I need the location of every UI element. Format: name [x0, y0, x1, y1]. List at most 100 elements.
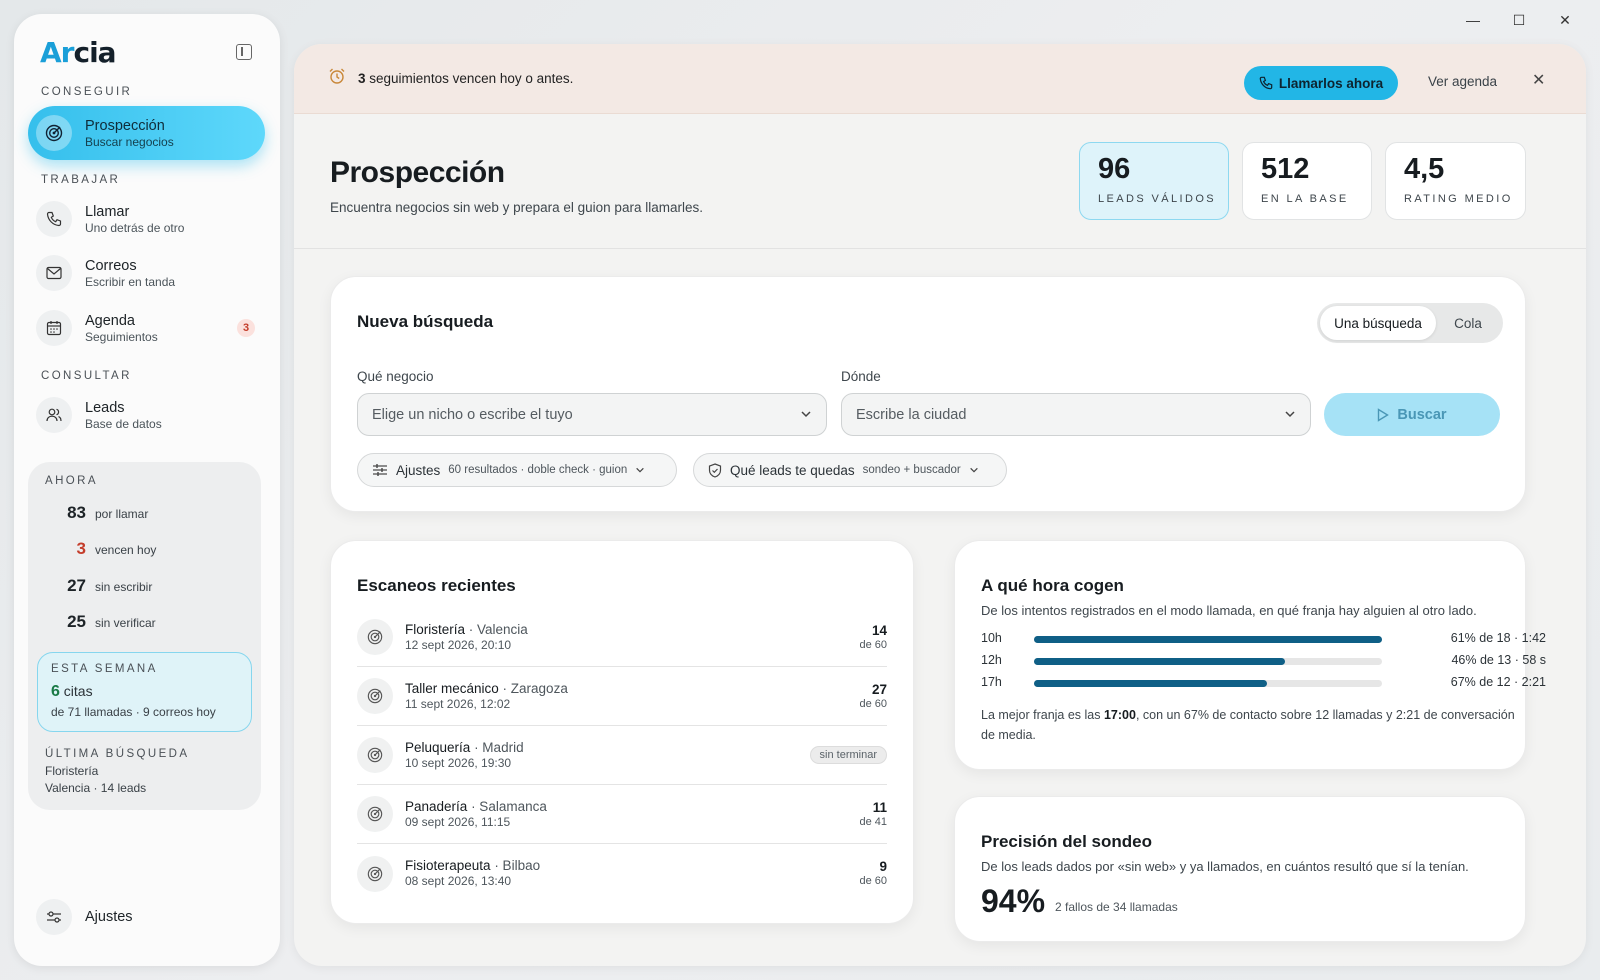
- main-panel: 3 seguimientos vencen hoy o antes. Llama…: [294, 44, 1586, 966]
- hour-stat: 61% de 18 · 1:42: [1450, 631, 1546, 645]
- hour-label: 10h: [981, 631, 1002, 645]
- page-header: Prospección Encuentra negocios sin web y…: [330, 156, 703, 215]
- nav-sublabel: Seguimientos: [85, 329, 158, 344]
- users-icon: [36, 397, 72, 433]
- settings-chip[interactable]: Ajustes 60 resultados · doble check · gu…: [357, 453, 677, 487]
- scan-date: 10 sept 2026, 19:30: [405, 755, 512, 770]
- niche-select[interactable]: Elige un nicho o escribe el tuyo: [357, 393, 827, 436]
- kpi-leads-validos[interactable]: 96 LEADS VÁLIDOS: [1079, 142, 1229, 220]
- sidebar-item-ajustes[interactable]: Ajustes: [28, 890, 265, 944]
- hour-label: 17h: [981, 675, 1002, 689]
- stat-sin-escribir[interactable]: 27 sin escribir: [28, 576, 152, 596]
- card-title: A qué hora cogen: [981, 576, 1124, 595]
- sidebar-item-agenda[interactable]: Agenda Seguimientos 3: [28, 301, 265, 355]
- scan-row[interactable]: Peluquería · Madrid 10 sept 2026, 19:30 s…: [357, 726, 887, 785]
- probe-accuracy-card: Precisión del sondeo De los leads dados …: [954, 796, 1526, 942]
- search-button[interactable]: Buscar: [1324, 393, 1500, 436]
- phone-icon: [1259, 76, 1273, 90]
- nav-label: Prospección: [85, 117, 165, 134]
- sidebar-item-prospeccion[interactable]: Prospección Buscar negocios: [28, 106, 265, 160]
- stat-por-llamar[interactable]: 83 por llamar: [28, 503, 148, 523]
- nav-sublabel: Escribir en tanda: [85, 274, 176, 289]
- alarm-clock-icon: [328, 67, 346, 90]
- kpi-value: 96: [1098, 153, 1131, 185]
- recent-scans-card: Escaneos recientes Floristería · Valenci…: [330, 540, 914, 924]
- hour-bar-row: 10h 61% de 18 · 1:42: [981, 631, 1546, 647]
- bar-fill: [1034, 658, 1285, 665]
- hour-bar-row: 17h 67% de 12 · 2:21: [981, 675, 1546, 691]
- radar-icon: [36, 115, 72, 151]
- scan-date: 08 sept 2026, 13:40: [405, 874, 512, 888]
- bar-track: [1034, 680, 1382, 687]
- sidebar-item-correos[interactable]: Correos Escribir en tanda: [28, 246, 265, 300]
- nav-label: Correos: [85, 257, 137, 274]
- hour-stat: 46% de 13 · 58 s: [1451, 653, 1546, 667]
- collapse-sidebar-icon[interactable]: [236, 44, 252, 60]
- view-agenda-link[interactable]: Ver agenda: [1428, 74, 1497, 89]
- bar-track: [1034, 658, 1382, 665]
- play-icon: [1378, 407, 1390, 422]
- maximize-button[interactable]: ☐: [1496, 10, 1542, 30]
- scan-row[interactable]: Fisioterapeuta · Bilbao 08 sept 2026, 13…: [357, 844, 887, 903]
- section-label-trabajar: TRABAJAR: [41, 174, 121, 186]
- nav-label: Llamar: [85, 203, 130, 220]
- sidebar-item-llamar[interactable]: Llamar Uno detrás de otro: [28, 192, 265, 246]
- mail-icon: [36, 255, 72, 291]
- scan-row[interactable]: Panadería · Salamanca 09 sept 2026, 11:1…: [357, 785, 887, 844]
- search-mode-toggle: Una búsqueda Cola: [1317, 303, 1503, 343]
- close-window-button[interactable]: ✕: [1542, 10, 1588, 30]
- stat-label: vencen hoy: [95, 543, 157, 557]
- scan-date: 12 sept 2026, 20:10: [405, 637, 512, 652]
- card-title: Escaneos recientes: [357, 576, 516, 595]
- sidebar-item-leads[interactable]: Leads Base de datos: [28, 388, 265, 442]
- close-icon[interactable]: ✕: [1532, 70, 1545, 90]
- scan-title: Peluquería · Madrid: [405, 739, 524, 755]
- new-search-card: Nueva búsqueda Una búsqueda Cola Qué neg…: [330, 276, 1526, 512]
- window-controls: — ☐ ✕: [1450, 10, 1588, 30]
- call-now-button[interactable]: Llamarlos ahora: [1244, 66, 1398, 100]
- kpi-rating-medio[interactable]: 4,5 RATING MEDIO: [1385, 142, 1526, 220]
- now-title: AHORA: [45, 475, 98, 487]
- last-search-title: ÚLTIMA BÚSQUEDA: [45, 748, 190, 760]
- scan-title: Fisioterapeuta · Bilbao: [405, 858, 541, 873]
- bar-track: [1034, 636, 1382, 643]
- stat-value: 83: [67, 503, 86, 522]
- stat-vencen-hoy[interactable]: 3 vencen hoy: [28, 539, 157, 559]
- nav-sublabel: Buscar negocios: [85, 134, 174, 149]
- chip-detail: 60 resultados · doble check · guion: [448, 464, 628, 476]
- sliders-icon: [373, 464, 387, 476]
- scan-row[interactable]: Taller mecánico · Zaragoza 11 sept 2026,…: [357, 667, 887, 726]
- nav-label: Agenda: [85, 312, 135, 329]
- section-label-consultar: CONSULTAR: [41, 370, 132, 382]
- stat-value: 3: [76, 539, 86, 558]
- followup-banner: 3 seguimientos vencen hoy o antes. Llama…: [294, 44, 1586, 114]
- kpi-en-la-base[interactable]: 512 EN LA BASE: [1242, 142, 1372, 220]
- scan-row[interactable]: Floristería · Valencia 12 sept 2026, 20:…: [357, 608, 887, 667]
- city-select[interactable]: Escribe la ciudad: [841, 393, 1311, 436]
- chevron-down-icon: [636, 467, 645, 473]
- radar-icon: [357, 796, 393, 832]
- last-search[interactable]: ÚLTIMA BÚSQUEDA Floristería Valencia · 1…: [45, 748, 189, 797]
- nav-label: Leads: [85, 399, 125, 416]
- stat-value: 25: [67, 612, 86, 631]
- scan-count: 14 de 60: [859, 622, 887, 651]
- sidebar: Ar cia CONSEGUIR Prospección Buscar negoci…: [14, 14, 280, 966]
- stat-label: por llamar: [95, 507, 149, 521]
- minimize-button[interactable]: —: [1450, 10, 1496, 30]
- call-now-label: Llamarlos ahora: [1278, 75, 1384, 91]
- sliders-icon: [36, 899, 72, 935]
- page-subtitle: Encuentra negocios sin web y prepara el …: [330, 200, 703, 215]
- hour-stat: 67% de 12 · 2:21: [1450, 675, 1546, 689]
- stat-sin-verificar[interactable]: 25 sin verificar: [28, 612, 156, 632]
- lead-filter-chip[interactable]: Qué leads te quedas sondeo + buscador: [693, 453, 1007, 487]
- page-title: Prospección: [330, 156, 505, 189]
- now-panel: AHORA 83 por llamar 3 vencen hoy 27 sin esc…: [28, 462, 261, 810]
- niche-placeholder: Elige un nicho o escribe el tuyo: [372, 406, 573, 423]
- mode-single-search[interactable]: Una búsqueda: [1320, 306, 1436, 340]
- stat-value: 27: [67, 576, 86, 595]
- shield-icon: [708, 462, 722, 478]
- mode-queue[interactable]: Cola: [1436, 316, 1500, 331]
- nav-sublabel: Uno detrás de otro: [85, 220, 185, 235]
- agenda-count-badge: 3: [237, 319, 255, 337]
- week-citas: 6 citas: [51, 683, 93, 700]
